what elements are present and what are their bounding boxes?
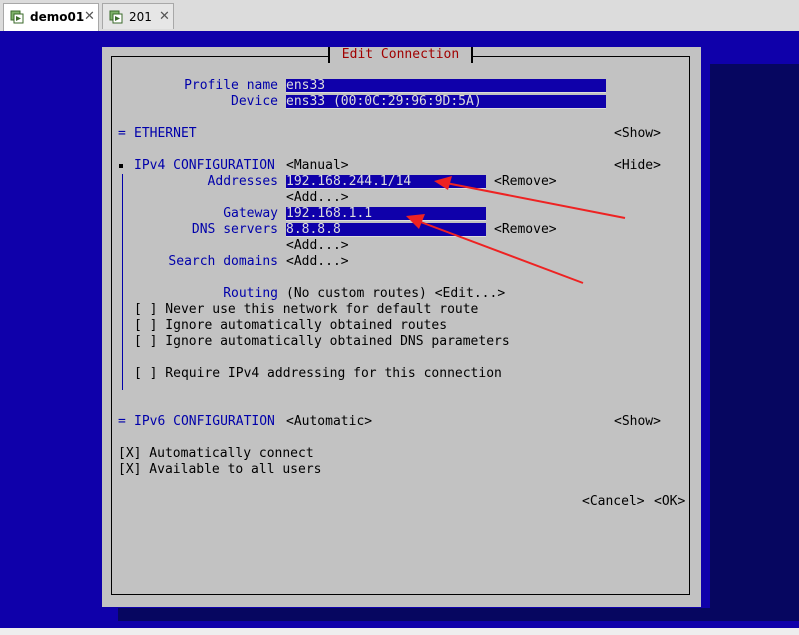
annotation-arrows xyxy=(406,176,626,284)
arrow-line xyxy=(445,182,626,219)
arrow-head-icon xyxy=(434,176,452,190)
arrow-line xyxy=(417,220,584,284)
